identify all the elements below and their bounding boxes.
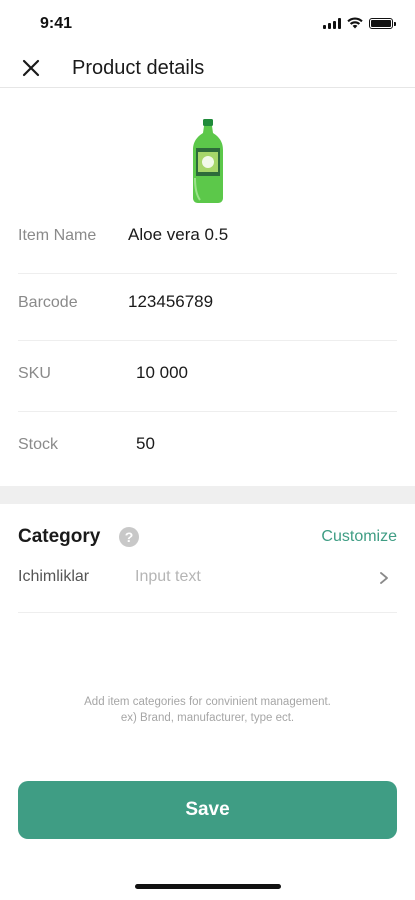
hint-line-2: ex) Brand, manufacturer, type ect.	[120, 712, 295, 724]
chevron-right-icon	[380, 572, 388, 584]
customize-link[interactable]: Customize	[321, 528, 397, 546]
save-button[interactable]: Save	[18, 781, 397, 839]
category-hint: Add item categories for convinient manag…	[0, 694, 415, 726]
bottle-icon	[193, 119, 223, 203]
status-time: 9:41	[40, 15, 73, 32]
status-icons	[323, 17, 396, 29]
wifi-icon	[347, 17, 363, 29]
close-icon	[22, 59, 40, 77]
category-input[interactable]	[135, 568, 355, 586]
signal-icon	[323, 17, 341, 29]
close-button[interactable]	[18, 55, 44, 81]
barcode-value[interactable]: 123456789	[128, 292, 213, 312]
item-name-value[interactable]: Aloe vera 0.5	[128, 225, 228, 245]
category-name: Ichimliklar	[18, 568, 90, 585]
field-row-stock: Stock 50	[18, 412, 397, 483]
header: Product details	[0, 48, 415, 88]
field-row-sku: SKU 10 000	[18, 341, 397, 412]
page-title: Product details	[72, 57, 205, 79]
item-name-label: Item Name	[18, 227, 97, 244]
hint-line-1: Add item categories for convinient manag…	[84, 696, 331, 708]
home-indicator	[135, 884, 281, 889]
sku-value[interactable]: 10 000	[136, 363, 188, 383]
barcode-label: Barcode	[18, 294, 78, 311]
category-title: Category	[18, 526, 101, 547]
field-row-item-name: Item Name Aloe vera 0.5	[18, 203, 397, 274]
status-bar: 9:41	[0, 0, 415, 48]
section-divider	[0, 486, 415, 504]
help-icon[interactable]: ?	[119, 527, 139, 547]
category-row[interactable]: Ichimliklar	[18, 556, 397, 613]
stock-label: Stock	[18, 436, 59, 453]
battery-icon	[369, 17, 396, 29]
field-row-barcode: Barcode 123456789	[18, 270, 397, 341]
product-image	[163, 115, 253, 207]
sku-label: SKU	[18, 365, 51, 382]
stock-value[interactable]: 50	[136, 434, 155, 454]
